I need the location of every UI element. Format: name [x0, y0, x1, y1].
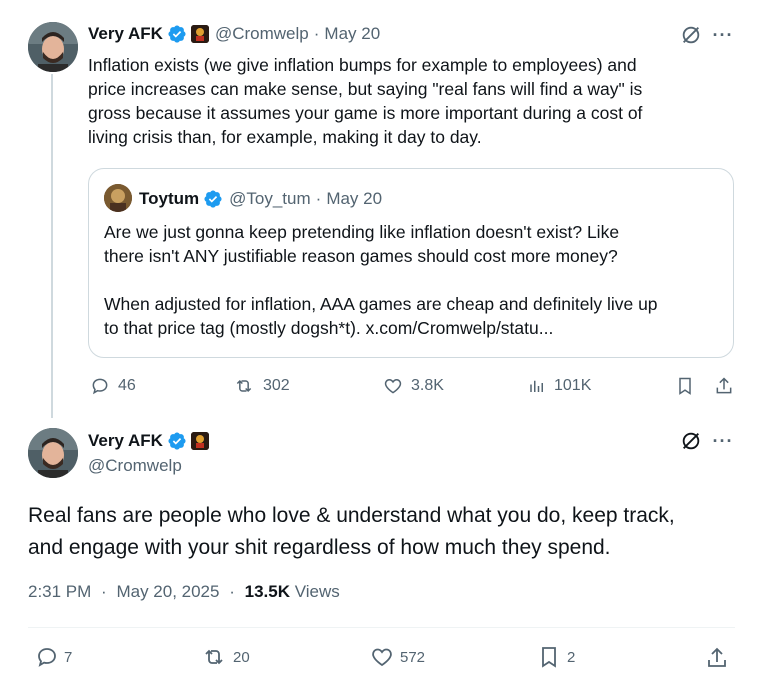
repost-count: 302 — [263, 377, 290, 394]
separator-dot: · — [315, 189, 322, 208]
repost-button[interactable]: 20 — [200, 645, 250, 669]
avatar[interactable] — [28, 428, 78, 478]
quote-author-handle[interactable]: @Toy_tum — [229, 189, 311, 209]
heart-icon — [372, 648, 392, 667]
grok-icon[interactable] — [678, 22, 704, 48]
like-count: 3.8K — [411, 377, 444, 394]
reply-count: 46 — [118, 377, 136, 394]
views-label: Views — [294, 582, 340, 601]
like-button[interactable]: 3.8K — [383, 376, 444, 396]
quote-date[interactable]: May 20 — [326, 189, 382, 209]
reply-count: 7 — [64, 648, 73, 666]
tweet-text: Inflation exists (we give inflation bump… — [88, 55, 643, 147]
author-handle[interactable]: @Cromwelp — [215, 24, 309, 44]
reply-button[interactable]: 46 — [90, 376, 136, 396]
thread-connector-line — [51, 74, 53, 418]
divider — [28, 627, 735, 628]
share-button[interactable] — [704, 645, 730, 671]
share-button[interactable] — [712, 374, 736, 398]
avatar[interactable] — [28, 22, 78, 72]
quote-avatar[interactable] — [104, 184, 132, 212]
like-button[interactable]: 572 — [369, 645, 425, 669]
bookmark-icon — [542, 647, 556, 668]
bookmark-button[interactable]: 2 — [537, 645, 575, 669]
views-button[interactable]: 101K — [528, 376, 591, 396]
bookmark-count: 2 — [567, 648, 576, 666]
views-count: 13.5K — [244, 582, 290, 601]
tweet-header: Very AFK @Cromwelp · May 20 — [88, 23, 380, 45]
reply-icon — [92, 378, 108, 395]
separator-dot: · — [229, 582, 235, 601]
verified-badge-icon[interactable] — [167, 24, 187, 44]
quote-text: Are we just gonna keep pretending like i… — [104, 222, 658, 338]
tweet-meta: 2:31 PM · May 20, 2025 · 13.5K Views — [28, 582, 340, 602]
affiliate-badge-icon[interactable] — [190, 432, 209, 450]
tweet-header: Very AFK — [88, 430, 209, 452]
share-icon — [708, 647, 726, 667]
repost-count: 20 — [233, 648, 250, 666]
repost-icon — [205, 649, 223, 665]
affiliate-badge-icon[interactable] — [190, 25, 209, 43]
author-name[interactable]: Very AFK — [88, 24, 163, 44]
handle-line: @Cromwelp — [88, 455, 182, 477]
tweet-date[interactable]: May 20 — [324, 24, 380, 44]
more-options-icon[interactable]: ··· — [710, 428, 736, 454]
verified-badge-icon[interactable] — [203, 189, 223, 209]
separator-dot: · — [313, 24, 320, 43]
quote-author-name[interactable]: Toytum — [139, 189, 199, 209]
heart-icon — [384, 378, 402, 394]
author-name[interactable]: Very AFK — [88, 431, 163, 451]
repost-button[interactable]: 302 — [233, 376, 290, 396]
author-handle[interactable]: @Cromwelp — [88, 456, 182, 476]
tweet-text: Real fans are people who love & understa… — [28, 504, 675, 559]
like-count: 572 — [400, 648, 426, 666]
bookmark-button[interactable] — [673, 374, 697, 398]
share-icon — [716, 377, 732, 394]
tweet-time[interactable]: 2:31 PM — [28, 582, 91, 601]
reply-icon — [38, 648, 56, 667]
reply-button[interactable]: 7 — [34, 645, 72, 669]
grok-icon[interactable] — [678, 428, 704, 454]
verified-badge-icon[interactable] — [167, 431, 187, 451]
analytics-icon — [530, 380, 543, 392]
separator-dot: · — [101, 582, 107, 601]
more-options-icon[interactable]: ··· — [710, 22, 736, 48]
quote-header: Toytum @Toy_tum · May 20 — [139, 188, 382, 210]
quoted-tweet-card[interactable]: Toytum @Toy_tum · May 20 Are we just gon… — [88, 168, 734, 358]
bookmark-icon — [679, 377, 691, 395]
tweet-full-date[interactable]: May 20, 2025 — [116, 582, 219, 601]
repost-icon — [236, 379, 252, 393]
view-count: 101K — [554, 377, 592, 394]
